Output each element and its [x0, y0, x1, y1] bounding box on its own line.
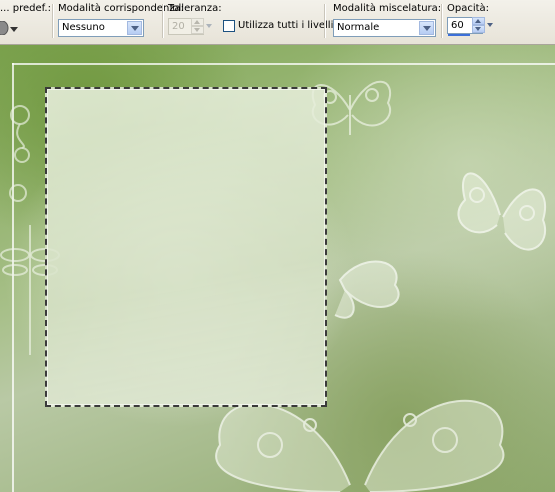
flower-ornament: [9, 105, 30, 202]
separator: [441, 4, 443, 38]
match-mode-value: Nessuno: [62, 22, 105, 33]
chevron-down-icon: [10, 27, 18, 32]
match-mode-label: Modalità corrispondenza:: [58, 3, 185, 14]
separator: [52, 4, 54, 38]
preset-label: ... predef.:: [0, 3, 51, 14]
blend-mode-label: Modalità miscelatura:: [333, 3, 442, 14]
tolerance-label: Tolleranza:: [168, 3, 222, 14]
chevron-down-icon[interactable]: [419, 21, 434, 35]
match-mode-select[interactable]: Nessuno: [58, 19, 144, 37]
image-canvas[interactable]: [0, 45, 555, 492]
butterfly-ornament: [334, 260, 400, 319]
opacity-level-bar: [448, 34, 470, 36]
butterfly-ornament: [457, 172, 546, 251]
selection-marquee[interactable]: [45, 87, 327, 407]
tool-options-bar: ... predef.: Modalità corrispondenza: Ne…: [0, 0, 555, 45]
spin-up-icon[interactable]: [472, 17, 485, 25]
frame-line-top: [12, 63, 555, 65]
blend-mode-select[interactable]: Normale: [333, 19, 436, 37]
chevron-down-icon[interactable]: [127, 21, 142, 35]
tolerance-spinner[interactable]: [191, 18, 204, 35]
spin-up-icon[interactable]: [191, 18, 204, 26]
blend-mode-value: Normale: [337, 22, 380, 33]
tolerance-dropdown-icon[interactable]: [204, 18, 215, 35]
spin-down-icon[interactable]: [472, 25, 485, 33]
preset-picker[interactable]: [0, 19, 20, 39]
opacity-spinner[interactable]: [472, 17, 485, 34]
opacity-label: Opacità:: [447, 3, 490, 14]
opacity-value: 60: [451, 20, 464, 31]
preset-brush-icon: [0, 21, 9, 35]
all-layers-checkbox[interactable]: [223, 20, 235, 32]
all-layers-label: Utilizza tutti i livelli: [238, 20, 334, 31]
spin-down-icon[interactable]: [191, 26, 204, 34]
separator: [324, 4, 326, 38]
tolerance-value: 20: [172, 21, 185, 32]
opacity-dropdown-icon[interactable]: [485, 17, 496, 34]
separator: [162, 4, 164, 38]
